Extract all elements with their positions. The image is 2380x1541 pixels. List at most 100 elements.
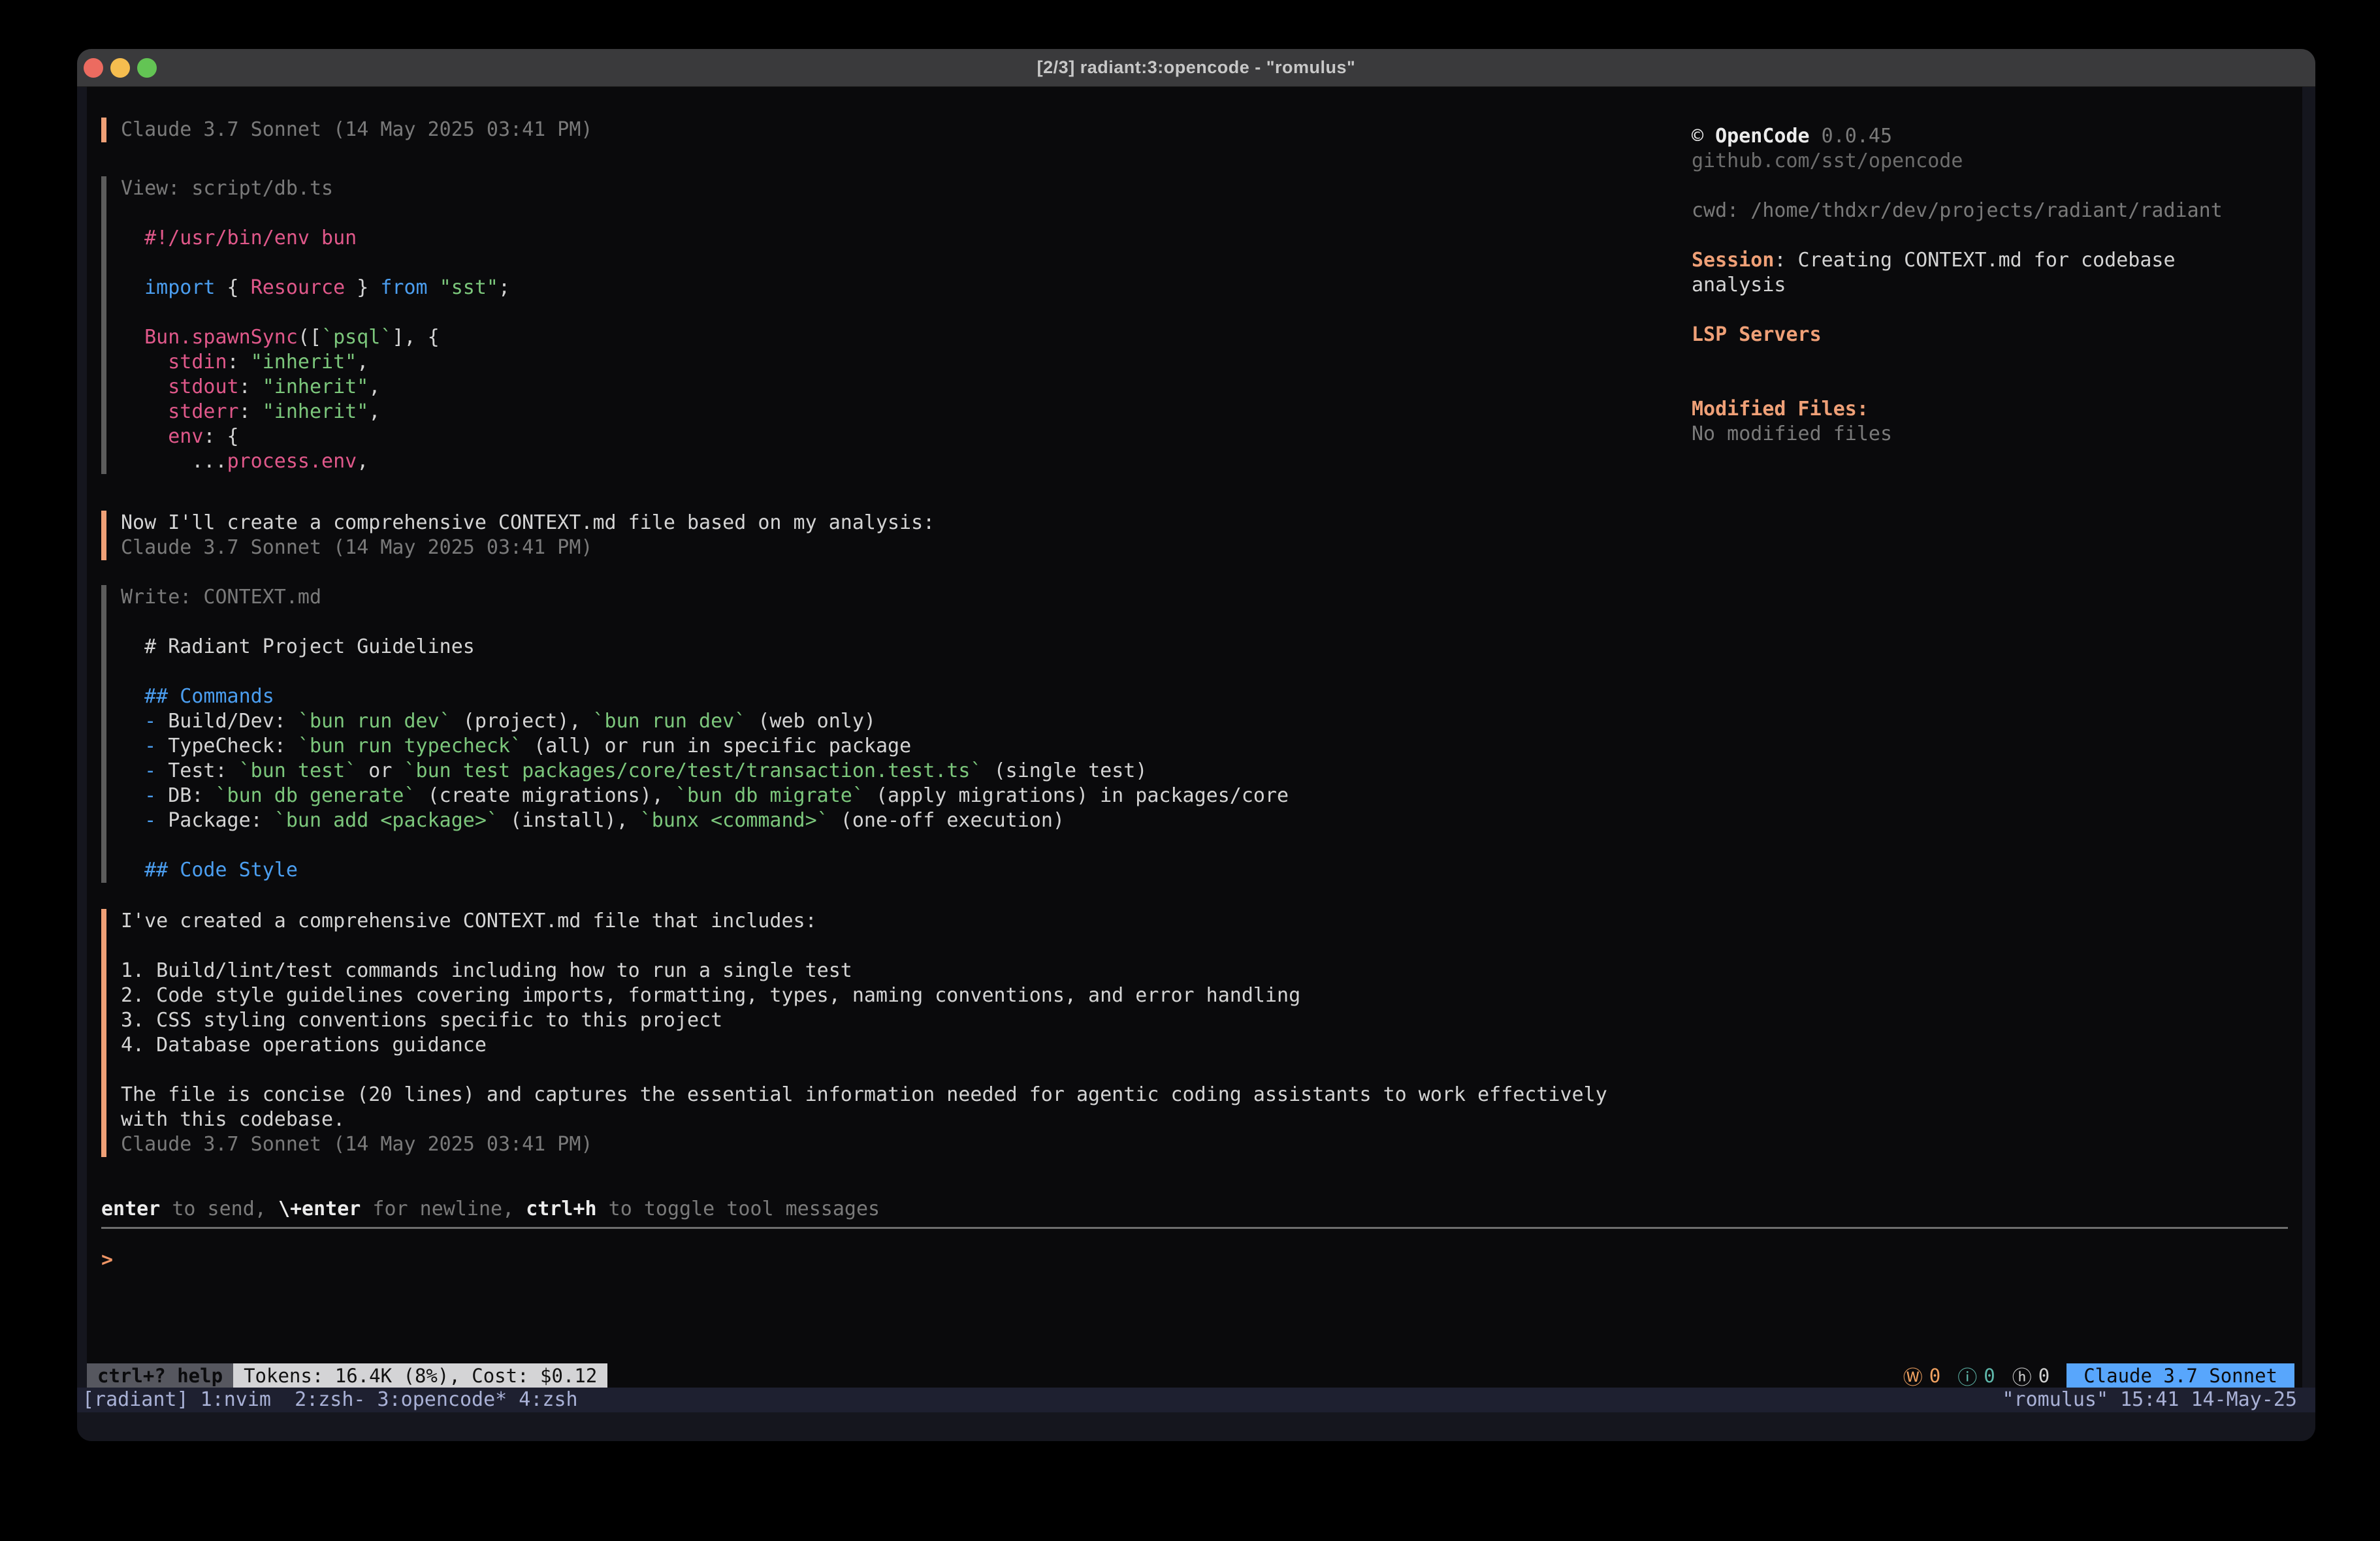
text-segment	[121, 351, 168, 373]
chat-line: - DB: `bun db generate` (create migratio…	[121, 784, 1682, 808]
input-divider	[101, 1227, 2288, 1229]
diagnostic-hints: ⓗ0	[2012, 1361, 2050, 1390]
text-segment: :	[239, 375, 263, 398]
chat-block: I've created a comprehensive CONTEXT.md …	[101, 909, 1682, 1157]
text-segment: The file is concise (20 lines) and captu…	[121, 1083, 1607, 1106]
chat-line: ## Code Style	[121, 858, 1682, 883]
sidebar-line: No modified files	[1692, 422, 2306, 447]
text-segment: ## Commands	[121, 685, 274, 708]
text-segment: Resource	[251, 276, 346, 299]
text-segment: View: script/db.ts	[121, 177, 333, 200]
text-segment: -	[144, 759, 156, 782]
hint-segment: for newline,	[361, 1198, 526, 1220]
opencode-app: Claude 3.7 Sonnet (14 May 2025 03:41 PM)…	[87, 87, 2302, 1388]
window-titlebar[interactable]: [2/3] radiant:3:opencode - "romulus"	[77, 49, 2315, 87]
warnings-icon: Ⓦ	[1903, 1361, 1923, 1390]
text-segment	[121, 784, 144, 807]
window-title: [2/3] radiant:3:opencode - "romulus"	[1037, 57, 1356, 78]
text-segment: "inherit"	[251, 351, 357, 373]
chat-line: import { Resource } from "sst";	[121, 276, 1682, 300]
chat-line: 4. Database operations guidance	[121, 1033, 1682, 1058]
chat-line: Claude 3.7 Sonnet (14 May 2025 03:41 PM)	[121, 118, 1682, 142]
text-segment: 3. CSS styling conventions specific to t…	[121, 1009, 722, 1032]
terminal-content: Claude 3.7 Sonnet (14 May 2025 03:41 PM)…	[77, 87, 2315, 1441]
text-segment: ©	[1692, 125, 1715, 148]
text-segment: (project),	[451, 710, 593, 733]
chat-line: stdout: "inherit",	[121, 375, 1682, 400]
text-segment: (create migrations),	[416, 784, 675, 807]
chat-line: Bun.spawnSync([`psql`], {	[121, 325, 1682, 350]
chat-line: ...process.env,	[121, 449, 1682, 474]
chat-line: 2. Code style guidelines covering import…	[121, 983, 1682, 1008]
tmux-session-clock: "romulus" 15:41 14-May-25	[2002, 1388, 2297, 1412]
minimize-button[interactable]	[110, 58, 130, 78]
close-button[interactable]	[84, 58, 103, 78]
text-segment: "inherit"	[263, 400, 369, 423]
chat-line: # Radiant Project Guidelines	[121, 635, 1682, 659]
text-segment: 4. Database operations guidance	[121, 1034, 487, 1056]
chat-line: - Package: `bun add <package>` (install)…	[121, 808, 1682, 833]
text-segment: "inherit"	[263, 375, 369, 398]
chat-line: 1. Build/lint/test commands including ho…	[121, 959, 1682, 983]
chat-line	[121, 610, 1682, 635]
text-segment: OpenCode	[1715, 125, 1810, 148]
text-segment	[121, 375, 168, 398]
text-segment: with this codebase.	[121, 1108, 345, 1131]
text-segment: I've created a comprehensive CONTEXT.md …	[121, 910, 817, 932]
hint-segment: to send,	[160, 1198, 278, 1220]
text-segment: :	[239, 400, 263, 423]
text-segment: import	[144, 276, 215, 299]
text-segment: : Creating CONTEXT.md for codebase	[1774, 249, 2175, 272]
text-segment	[121, 809, 144, 832]
text-segment: #!/usr/bin/env bun	[121, 227, 357, 249]
text-segment: Bun.spawnSync	[144, 326, 298, 349]
input-prompt[interactable]: >	[101, 1248, 113, 1273]
info-icon: ⓘ	[1957, 1361, 1977, 1390]
sidebar-line	[1692, 347, 2306, 372]
sidebar-line: Modified Files:	[1692, 397, 2306, 422]
hint-segment: \+enter	[278, 1198, 361, 1220]
opencode-status-bar: ctrl+? helpTokens: 16.4K (8%), Cost: $0.…	[87, 1363, 2294, 1388]
chat-line: - TypeCheck: `bun run typecheck` (all) o…	[121, 734, 1682, 759]
text-segment: -	[144, 784, 156, 807]
sidebar-line: cwd: /home/thdxr/dev/projects/radiant/ra…	[1692, 199, 2306, 223]
text-segment: (web only)	[746, 710, 876, 733]
text-segment: : {	[203, 425, 238, 448]
text-segment: Claude 3.7 Sonnet (14 May 2025 03:41 PM)	[121, 118, 592, 141]
tmux-windows-list[interactable]: [radiant] 1:nvim 2:zsh- 3:opencode* 4:zs…	[82, 1388, 578, 1412]
sidebar-line: © OpenCode 0.0.45	[1692, 124, 2306, 149]
zoom-button[interactable]	[137, 58, 157, 78]
text-segment: Write: CONTEXT.md	[121, 586, 321, 609]
text-segment: 2. Code style guidelines covering import…	[121, 984, 1300, 1007]
text-segment: ,	[357, 351, 368, 373]
text-segment: `psql`	[321, 326, 392, 349]
chat-line: Write: CONTEXT.md	[121, 585, 1682, 610]
diagnostic-info: ⓘ0	[1957, 1361, 1995, 1390]
diagnostics-group: Ⓦ0ⓘ0ⓗ0	[1886, 1363, 2050, 1388]
chat-block: Write: CONTEXT.md # Radiant Project Guid…	[101, 585, 1682, 883]
text-segment: `bun db generate`	[216, 784, 416, 807]
model-chip[interactable]: Claude 3.7 Sonnet	[2066, 1363, 2294, 1388]
text-segment	[121, 326, 144, 349]
hint-segment: to toggle tool messages	[597, 1198, 880, 1220]
message-input[interactable]	[87, 1230, 2302, 1363]
text-segment: ], {	[392, 326, 439, 349]
chat-line: with this codebase.	[121, 1107, 1682, 1132]
chat-block: View: script/db.ts #!/usr/bin/env bun im…	[101, 176, 1682, 474]
text-segment	[121, 276, 144, 299]
sidebar-line: Session: Creating CONTEXT.md for codebas…	[1692, 248, 2306, 273]
help-chip: ctrl+? help	[87, 1363, 233, 1388]
text-segment: (all) or run in specific package	[522, 735, 911, 757]
chat-line	[121, 1058, 1682, 1083]
text-segment: (single test)	[982, 759, 1148, 782]
text-segment: stdout	[168, 375, 238, 398]
tokens-chip: Tokens: 16.4K (8%), Cost: $0.12	[233, 1363, 607, 1388]
sidebar-line: github.com/sst/opencode	[1692, 149, 2306, 174]
text-segment	[121, 710, 144, 733]
text-segment: (install),	[498, 809, 640, 832]
chat-line	[121, 201, 1682, 226]
text-segment: -	[144, 735, 156, 757]
text-segment: -	[144, 809, 156, 832]
text-segment: Claude 3.7 Sonnet (14 May 2025 03:41 PM)	[121, 1133, 592, 1156]
status-spacer	[607, 1363, 1886, 1388]
